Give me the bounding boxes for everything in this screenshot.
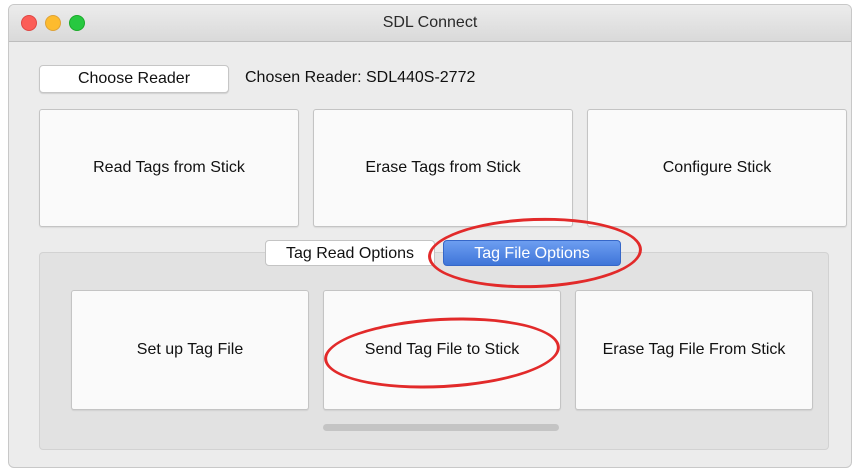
tab-tag-read-options[interactable]: Tag Read Options: [265, 240, 435, 266]
title-bar: SDL Connect: [9, 5, 851, 42]
choose-reader-button[interactable]: Choose Reader: [39, 65, 229, 93]
send-tag-file-button[interactable]: Send Tag File to Stick: [323, 290, 561, 410]
window-title: SDL Connect: [382, 14, 478, 31]
chosen-reader-label: Chosen Reader: SDL440S-2772: [245, 69, 476, 86]
app-window: SDL Connect Choose Reader Chosen Reader:…: [8, 4, 852, 468]
configure-stick-button[interactable]: Configure Stick: [587, 109, 847, 227]
tab-tag-file-options[interactable]: Tag File Options: [443, 240, 621, 266]
set-up-tag-file-button[interactable]: Set up Tag File: [71, 290, 309, 410]
read-tags-button[interactable]: Read Tags from Stick: [39, 109, 299, 227]
erase-tag-file-button[interactable]: Erase Tag File From Stick: [575, 290, 813, 410]
horizontal-scrollbar[interactable]: [323, 424, 559, 431]
erase-tags-button[interactable]: Erase Tags from Stick: [313, 109, 573, 227]
